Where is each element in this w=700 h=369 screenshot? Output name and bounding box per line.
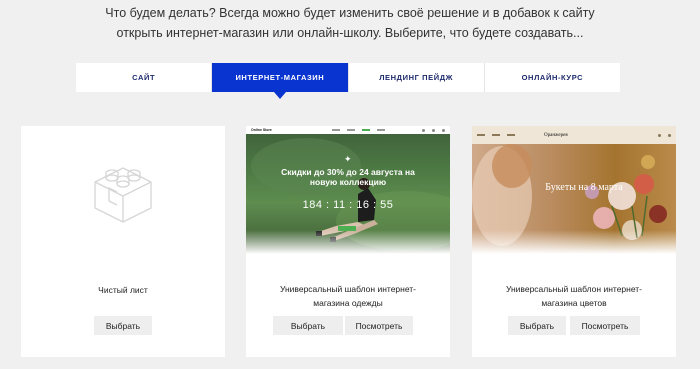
type-tabs: САЙТ ИНТЕРНЕТ-МАГАЗИН ЛЕНДИНГ ПЕЙДЖ ОНЛА… <box>76 63 620 99</box>
template-card-flowers[interactable]: Оранжерея Букеты на 8 марта Универсальны… <box>472 126 676 357</box>
flowers-preview: Оранжерея Букеты на 8 марта <box>472 126 676 254</box>
card-title-line-2: магазина одежды <box>313 298 383 308</box>
intro-text: Что будем делать? Всегда можно будет изм… <box>0 3 700 43</box>
tab-site[interactable]: САЙТ <box>76 63 213 92</box>
preview-fade <box>472 230 676 254</box>
preview-headline: Букеты на 8 марта <box>545 182 623 193</box>
tab-online-course[interactable]: ОНЛАЙН-КУРС <box>485 63 620 92</box>
preview-countdown: 184 : 11 : 16 : 55 <box>302 199 394 211</box>
template-card-blank[interactable]: Чистый лист Выбрать <box>21 126 225 357</box>
clothing-preview: Online Store ✦ Скидки до 30% до 24 авгус… <box>246 126 450 254</box>
template-card-clothing[interactable]: Online Store ✦ Скидки до 30% до 24 авгус… <box>246 126 450 357</box>
select-button[interactable]: Выбрать <box>508 316 566 335</box>
lego-brick-icon <box>94 167 152 223</box>
tab-landing-page[interactable]: ЛЕНДИНГ ПЕЙДЖ <box>349 63 485 92</box>
card-title: Универсальный шаблон интернет- магазина … <box>472 282 676 310</box>
select-button[interactable]: Выбрать <box>94 316 152 335</box>
tab-online-store[interactable]: ИНТЕРНЕТ-МАГАЗИН <box>212 63 349 99</box>
preview-button[interactable]: Посмотреть <box>570 316 640 335</box>
card-title-line-1: Универсальный шаблон интернет- <box>279 284 417 294</box>
preview-fade <box>246 230 450 254</box>
blank-preview <box>21 126 225 254</box>
preview-button[interactable]: Посмотреть <box>345 316 413 335</box>
card-title: Универсальный шаблон интернет- магазина … <box>246 282 450 310</box>
intro-line-1: Что будем делать? Всегда можно будет изм… <box>105 6 595 20</box>
card-title: Чистый лист <box>98 285 148 295</box>
select-button[interactable]: Выбрать <box>273 316 343 335</box>
intro-line-2: открыть интернет-магазин или онлайн-школ… <box>116 26 584 40</box>
card-title-line-1: Универсальный шаблон интернет- <box>505 284 643 294</box>
card-title-line-2: магазина цветов <box>541 298 607 308</box>
preview-headline: Скидки до 30% до 24 августа на новую кол… <box>281 167 415 187</box>
sparkle-icon: ✦ <box>344 154 352 164</box>
